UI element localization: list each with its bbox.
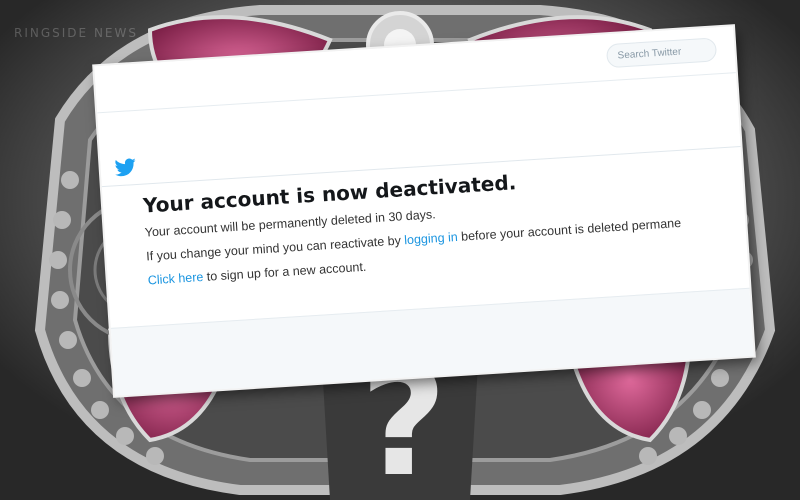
- logging-in-link[interactable]: logging in: [404, 230, 458, 247]
- signup-text-suffix: to sign up for a new account.: [202, 259, 367, 284]
- reactivate-text-suffix: before your account is deleted permane: [457, 215, 682, 244]
- search-placeholder: Search Twitter: [617, 46, 682, 62]
- click-here-link[interactable]: Click here: [147, 270, 203, 287]
- site-watermark: RINGSIDE NEWS: [14, 26, 138, 40]
- deactivated-screenshot-card: Search Twitter Your account is now deact…: [94, 26, 754, 396]
- twitter-bird-icon[interactable]: [114, 158, 137, 177]
- search-input[interactable]: Search Twitter: [605, 37, 718, 69]
